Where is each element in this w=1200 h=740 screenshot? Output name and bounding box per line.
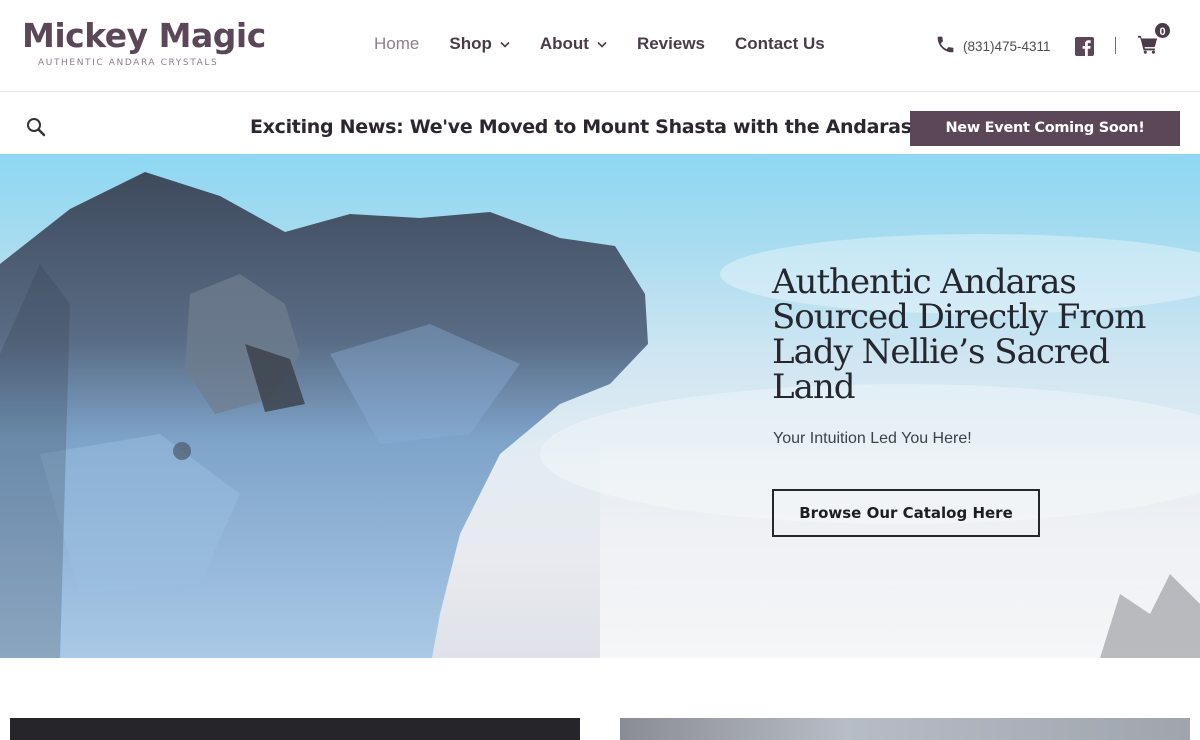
nav-item-label: Reviews [636,34,705,53]
hero-section: Authentic Andaras Sourced Directly From … [0,154,1200,658]
nav-item-shop[interactable]: Shop [449,34,510,54]
nav-item-about[interactable]: About [540,34,607,54]
nav-item-reviews[interactable]: Reviews [637,34,705,54]
new-event-button[interactable]: New Event Coming Soon! [910,111,1180,146]
featured-image-left[interactable] [10,718,580,740]
nav-item-home[interactable]: Home [374,34,419,54]
featured-image-right[interactable] [620,718,1190,740]
hero-subtitle: Your Intuition Led You Here! [773,430,972,447]
logo-title: Mickey Magic [22,16,266,55]
announcement-bar: Exciting News: We've Moved to Mount Shas… [0,93,1200,154]
nav-item-contact[interactable]: Contact Us [735,34,825,54]
search-icon[interactable] [26,117,46,142]
facebook-icon[interactable] [1075,37,1094,56]
nav-item-label: Home [374,34,420,53]
chevron-down-icon [500,41,510,48]
browse-catalog-button[interactable]: Browse Our Catalog Here [772,489,1040,537]
site-logo[interactable]: Mickey Magic AUTHENTIC ANDARA CRYSTALS [22,16,266,69]
hero-crystal-image [0,172,1200,658]
nav-item-label: Shop [449,34,492,53]
phone-icon [935,34,963,58]
nav-item-label: Contact Us [735,34,825,53]
header-divider [1115,37,1116,54]
phone-link[interactable]: (831)475-4311 [935,34,1051,58]
nav-item-label: About [539,34,589,53]
chevron-down-icon [597,41,607,48]
featured-section [0,658,1200,740]
site-header: Mickey Magic AUTHENTIC ANDARA CRYSTALS H… [0,0,1200,92]
phone-number: (831)475-4311 [963,38,1051,54]
cart-count-badge: 0 [1153,21,1172,40]
announcement-text: Exciting News: We've Moved to Mount Shas… [250,116,921,138]
logo-tagline: AUTHENTIC ANDARA CRYSTALS [38,58,219,68]
main-nav: Home Shop About Reviews Contact Us [374,34,855,54]
hero-title: Authentic Andaras Sourced Directly From … [772,262,1146,407]
